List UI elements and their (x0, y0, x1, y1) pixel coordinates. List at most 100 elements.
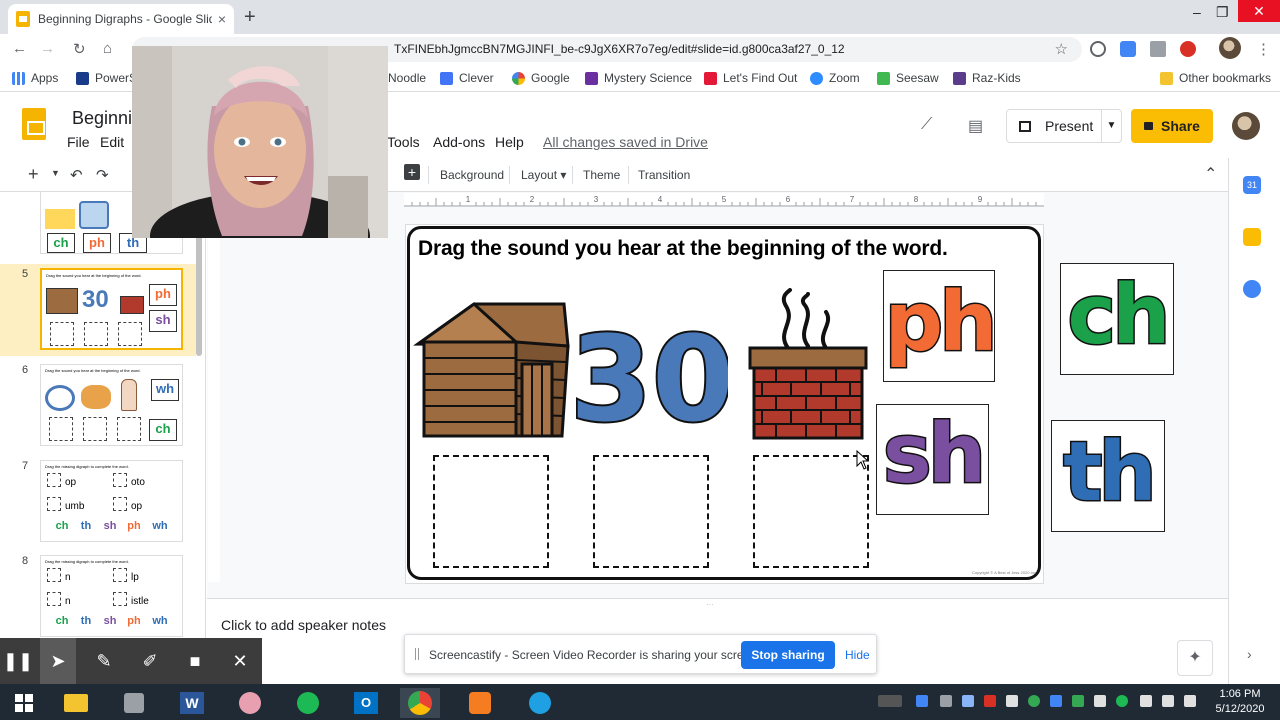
tray-icon[interactable] (984, 695, 996, 707)
theme-button[interactable]: Theme (583, 168, 620, 182)
slide-thumbnail-8[interactable]: Drag the missing digraph to complete the… (40, 555, 183, 637)
back-icon[interactable]: ← (12, 40, 27, 57)
log-cabin-image[interactable] (412, 302, 570, 440)
tasks-icon[interactable] (1243, 280, 1261, 298)
taskbar-media-player[interactable] (460, 688, 500, 718)
notes-resize-handle[interactable]: ⋯ (706, 600, 716, 609)
bookmark-lets-find-out[interactable]: Let's Find Out (704, 71, 797, 85)
wifi-icon[interactable] (1162, 695, 1174, 707)
help-extension-icon[interactable] (1090, 41, 1106, 57)
menu-edit[interactable]: Edit (100, 134, 124, 150)
taskbar-file-explorer[interactable] (56, 688, 96, 718)
restore-icon[interactable]: ❐ (1216, 4, 1229, 21)
bookmark-seesaw[interactable]: Seesaw (877, 71, 939, 85)
power-icon[interactable] (1140, 695, 1152, 707)
minimize-icon[interactable]: – (1193, 4, 1201, 20)
taskbar-word[interactable]: W (172, 688, 212, 718)
menu-add-ons[interactable]: Add-ons (433, 134, 485, 150)
comments-icon[interactable]: ▤ (968, 116, 983, 136)
drop-box-1[interactable] (433, 455, 549, 568)
calendar-icon[interactable]: 31 (1243, 176, 1261, 194)
tray-icon[interactable] (1072, 695, 1084, 707)
browser-tab[interactable]: Beginning Digraphs - Google Slides × (8, 4, 234, 34)
drive-extension-icon[interactable] (1150, 41, 1166, 57)
slides-logo-icon[interactable] (22, 108, 46, 140)
new-tab-button[interactable]: + (244, 6, 256, 29)
new-slide-plus-icon[interactable]: + (28, 164, 39, 185)
stop-sharing-button[interactable]: Stop sharing (741, 641, 835, 669)
drop-box-2[interactable] (593, 455, 709, 568)
start-button[interactable] (4, 688, 44, 718)
bookmark-zoom[interactable]: Zoom (810, 71, 860, 85)
tile-ph[interactable]: ph (883, 270, 999, 382)
system-clock[interactable]: 1:06 PM 5/12/2020 (1210, 687, 1270, 717)
sync-icon[interactable] (1028, 695, 1040, 707)
drive-tray-icon[interactable] (916, 695, 928, 707)
menu-help[interactable]: Help (495, 134, 524, 150)
number-30-image[interactable]: 30 (576, 324, 728, 430)
slide-instruction[interactable]: Drag the sound you hear at the beginning… (418, 237, 948, 261)
tray-icon[interactable] (1094, 695, 1106, 707)
menu-file[interactable]: File (67, 134, 90, 150)
reload-icon[interactable]: ↻ (73, 40, 86, 58)
explore-button[interactable]: ✦ (1177, 640, 1213, 676)
slide-thumbnail-6[interactable]: Drag the sound you hear at the beginning… (40, 364, 183, 446)
chimney-image[interactable] (746, 288, 870, 442)
pause-icon[interactable]: ❚❚ (0, 638, 36, 684)
window-close-icon[interactable]: ✕ (1238, 0, 1280, 22)
horizontal-ruler[interactable]: 1 2 3 4 5 6 7 8 9 (404, 193, 1044, 207)
volume-icon[interactable] (1184, 695, 1196, 707)
activity-trend-icon[interactable]: ⟋ (921, 116, 932, 134)
bookmark-raz-kids[interactable]: Raz-Kids (953, 71, 1021, 85)
speaker-notes-placeholder[interactable]: Click to add speaker notes (221, 617, 386, 633)
new-slide-dropdown-icon[interactable]: ▼ (51, 168, 60, 178)
bookmark-google[interactable]: Google (512, 71, 570, 85)
present-button[interactable]: Present ▼ (1006, 109, 1122, 143)
bookmark-powerschool[interactable]: PowerS (76, 71, 137, 85)
save-status[interactable]: All changes saved in Drive (543, 134, 708, 150)
layout-button[interactable]: Layout ▾ (521, 168, 566, 182)
taskbar-outlook[interactable]: O (346, 688, 386, 718)
expand-panel-icon[interactable]: › (1247, 646, 1252, 662)
present-dropdown-icon[interactable]: ▼ (1101, 110, 1121, 142)
close-tools-icon[interactable]: ✕ (222, 638, 258, 684)
profile-avatar[interactable] (1219, 37, 1241, 59)
forward-icon[interactable]: → (40, 40, 55, 57)
vertical-ruler[interactable] (208, 222, 220, 582)
flag-icon[interactable] (1006, 695, 1018, 707)
tab-close-icon[interactable]: × (218, 11, 226, 27)
bookmark-other[interactable]: Other bookmarks (1160, 71, 1271, 85)
webcam-overlay[interactable] (132, 46, 388, 238)
tray-icon[interactable] (962, 695, 974, 707)
hide-button[interactable]: Hide (845, 648, 870, 662)
keyboard-icon[interactable] (878, 695, 902, 707)
slide-thumbnail-7[interactable]: Drag the missing digraph to complete the… (40, 460, 183, 542)
chrome-menu-icon[interactable]: ⋮ (1256, 40, 1271, 58)
keep-icon[interactable] (1243, 228, 1261, 246)
drag-grip-icon[interactable] (415, 648, 419, 660)
tile-ch[interactable]: ch (1060, 263, 1174, 375)
bookmark-apps[interactable]: Apps (12, 71, 58, 85)
add-comment-icon[interactable]: + (404, 164, 420, 180)
bookmark-clever[interactable]: Clever (440, 71, 494, 85)
link-extension-icon[interactable] (1120, 41, 1136, 57)
share-button[interactable]: Share (1131, 109, 1213, 143)
background-button[interactable]: Background (440, 168, 504, 182)
redo-icon[interactable]: ↷ (96, 166, 109, 184)
taskbar-edge[interactable] (520, 688, 560, 718)
bookmark-star-icon[interactable]: ☆ (1055, 37, 1068, 62)
transition-button[interactable]: Transition (638, 168, 690, 182)
pen-icon[interactable]: ✎ (86, 638, 122, 684)
account-avatar[interactable] (1232, 112, 1260, 140)
collapse-toolbar-icon[interactable]: ⌃ (1204, 164, 1217, 184)
taskbar-chrome[interactable] (400, 688, 440, 718)
taskbar-app-pen[interactable] (114, 688, 154, 718)
tray-icon[interactable] (940, 695, 952, 707)
camera-icon[interactable]: ■ (177, 638, 213, 684)
menu-tools[interactable]: Tools (387, 134, 420, 150)
tile-th[interactable]: th (1051, 420, 1165, 532)
pointer-icon[interactable]: ➤ (40, 638, 76, 684)
screencastify-extension-icon[interactable] (1180, 41, 1196, 57)
taskbar-spotify[interactable] (288, 688, 328, 718)
bookmark-noodle[interactable]: Noodle (388, 71, 426, 85)
